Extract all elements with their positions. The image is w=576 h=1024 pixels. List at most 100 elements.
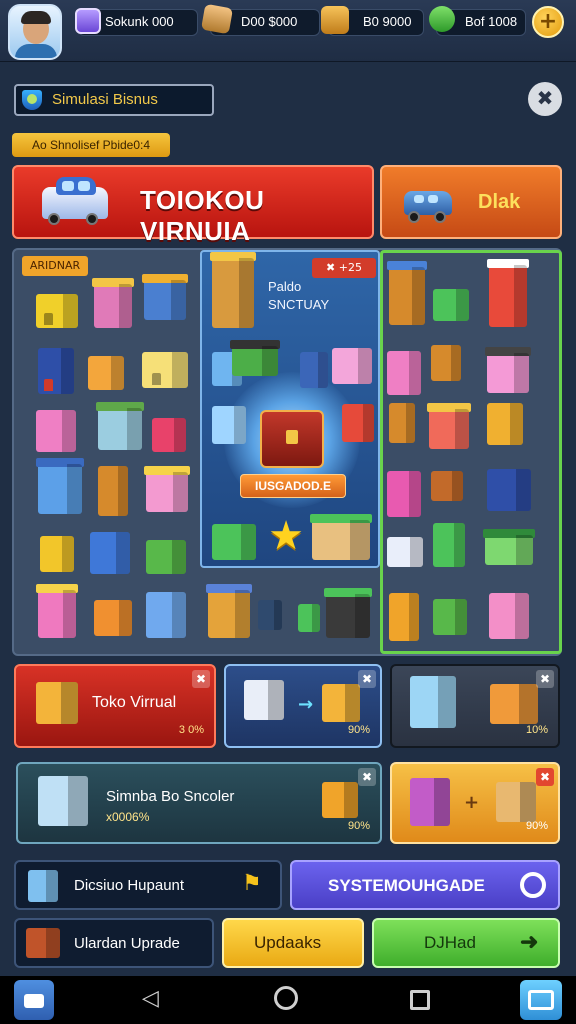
game-title-badge: Simulasi Bisnus <box>14 84 214 116</box>
store-item <box>230 340 280 376</box>
store-item[interactable] <box>258 600 282 630</box>
store-item[interactable] <box>387 261 427 325</box>
gift-icon <box>410 778 450 826</box>
store-item <box>490 684 538 724</box>
upgrade-card-toko-label: Toko Virrual <box>92 694 177 711</box>
upgrade-card-gift[interactable]: + 90% ✖ <box>390 762 560 844</box>
store-item <box>212 406 246 444</box>
store-item[interactable] <box>38 348 74 394</box>
store-item[interactable] <box>94 600 132 636</box>
store-item[interactable] <box>96 402 144 450</box>
store-banner[interactable]: TOIOKOU VIRNUIA <box>12 165 374 246</box>
featured-text: Paldo SNCTUAY <box>268 278 329 314</box>
store-item[interactable] <box>40 536 74 572</box>
store-item[interactable] <box>433 523 465 567</box>
crate-icon <box>321 6 349 34</box>
store-item <box>410 676 456 728</box>
close-icon[interactable]: ✖ <box>192 670 210 688</box>
upgrade-card-sncoler[interactable]: Simnba Bo Sncoler x0006% 90% ✖ <box>16 762 382 844</box>
player-avatar[interactable] <box>8 4 62 60</box>
store-item[interactable] <box>144 466 190 512</box>
store-item <box>332 348 372 384</box>
store-item <box>342 404 374 442</box>
store-item[interactable] <box>427 403 471 449</box>
store-item[interactable] <box>146 592 186 638</box>
shield-icon <box>22 90 42 110</box>
camera-app-icon[interactable] <box>14 980 54 1020</box>
box-icon <box>36 682 78 724</box>
system-upgrade-button[interactable]: SYSTEMOUHGADE <box>290 860 560 910</box>
selected-column <box>380 250 562 654</box>
upgrade-card-sncoler-sub: x0006% <box>106 810 150 824</box>
store-item[interactable] <box>431 471 463 501</box>
upgrade-card-gift-percent: 90% <box>525 820 548 832</box>
store-item[interactable] <box>387 351 421 395</box>
store-item[interactable] <box>389 403 415 443</box>
star-icon: ★ <box>268 513 304 559</box>
store-item[interactable] <box>142 352 188 388</box>
store-item <box>38 776 88 826</box>
arrow-icon: ➜ <box>520 929 539 954</box>
store-item[interactable] <box>387 471 421 517</box>
store-item[interactable] <box>389 593 419 641</box>
system-nav-bar: ◁ <box>0 976 576 1024</box>
close-button[interactable]: ✖ <box>528 82 562 116</box>
store-item[interactable] <box>487 259 529 327</box>
store-item[interactable] <box>298 604 320 632</box>
store-item[interactable] <box>98 466 128 516</box>
store-item[interactable] <box>36 584 78 638</box>
gem-icon <box>75 8 101 34</box>
store-item[interactable] <box>433 599 467 635</box>
dicsisio-button[interactable]: Dicsiuo Hupaunt ⚑ <box>14 860 282 910</box>
close-icon[interactable]: ✖ <box>536 670 554 688</box>
store-item[interactable] <box>152 418 186 452</box>
store-item[interactable] <box>483 529 535 565</box>
store-item[interactable] <box>92 278 134 328</box>
dhad-button[interactable]: DJHad ➜ <box>372 918 560 968</box>
store-item[interactable] <box>487 469 531 511</box>
store-item[interactable] <box>387 537 423 567</box>
store-item[interactable] <box>36 458 84 514</box>
add-currency-button[interactable]: + <box>532 6 564 38</box>
store-item[interactable] <box>433 289 469 321</box>
upgrade-card-toko[interactable]: Toko Virrual 3 0% ✖ <box>14 664 216 748</box>
featured-cta-button[interactable]: IUSGADOD.E <box>240 474 346 498</box>
resource-gems[interactable]: Sokunk 000 <box>75 8 198 36</box>
flag-icon: ⚑ <box>242 870 262 895</box>
store-item[interactable] <box>324 588 372 638</box>
upgrade-card-box[interactable]: → 90% ✖ <box>224 664 382 748</box>
store-grid: ARIDNAR Paldo SNCTUAY ✖ +25 IUSGADOD.E <box>12 248 562 656</box>
upgrade-card-shop[interactable]: 10% ✖ <box>390 664 560 748</box>
upgrade-card-shop-percent: 10% <box>525 724 548 736</box>
updacks-button[interactable]: Updaaks <box>222 918 364 968</box>
close-icon[interactable]: ✖ <box>358 670 376 688</box>
upgrade-card-sncoler-label: Simnba Bo Sncoler <box>106 788 235 805</box>
crate-icon <box>26 928 60 958</box>
dhad-label: DJHad <box>424 933 476 952</box>
store-item[interactable] <box>36 294 78 328</box>
store-item[interactable] <box>90 532 130 574</box>
store-item[interactable] <box>146 540 186 574</box>
store-item[interactable] <box>88 356 124 390</box>
app-shortcut-icon[interactable] <box>520 980 562 1020</box>
resource-bar: Sokunk 000 D00 $000 B0 9000 Bof 1008 + <box>0 0 576 62</box>
back-icon[interactable]: ◁ <box>142 986 159 1011</box>
resource-crates[interactable]: B0 9000 <box>321 6 424 36</box>
resource-gifts[interactable]: Bof 1008 <box>429 6 526 36</box>
store-item[interactable] <box>485 347 531 393</box>
recent-apps-icon[interactable] <box>410 990 430 1010</box>
close-icon[interactable]: ✖ <box>358 768 376 786</box>
store-item[interactable] <box>489 593 529 639</box>
home-icon[interactable] <box>274 986 298 1010</box>
close-icon[interactable]: ✖ <box>536 768 554 786</box>
ulardan-upgrade-button[interactable]: Ulardan Uprade <box>14 918 214 968</box>
store-item[interactable] <box>206 584 252 638</box>
resource-boxes[interactable]: D00 $000 <box>200 3 320 36</box>
store-item[interactable] <box>487 403 523 445</box>
box-icon <box>244 680 284 720</box>
store-item[interactable] <box>431 345 461 381</box>
store-item[interactable] <box>36 410 76 452</box>
treasure-chest-icon <box>260 410 324 468</box>
store-item[interactable] <box>142 274 188 320</box>
side-banner[interactable]: Dlak <box>380 165 562 239</box>
